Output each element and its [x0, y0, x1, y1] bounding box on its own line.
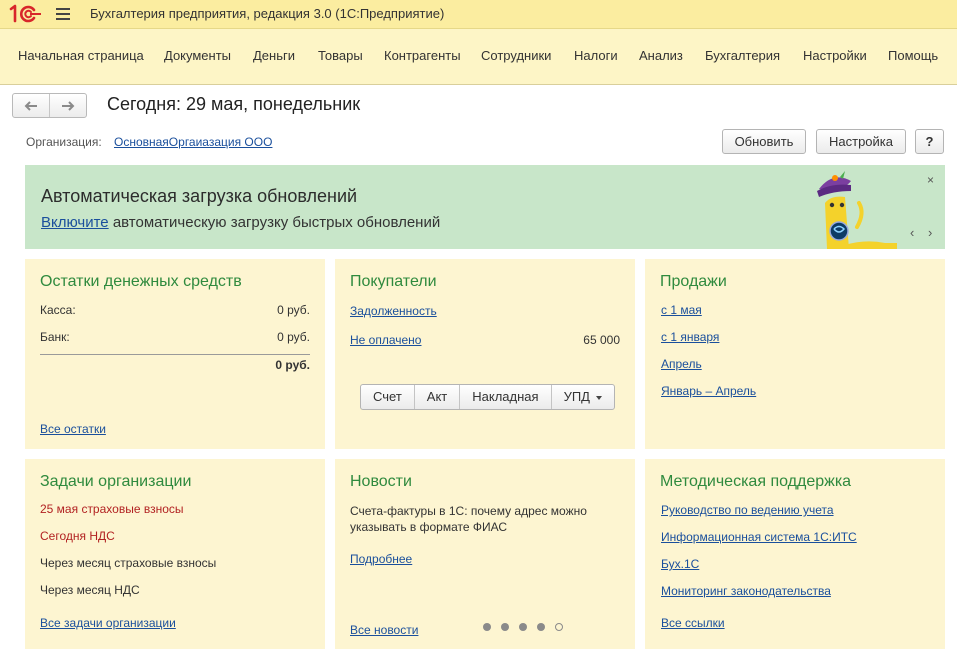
sales-since-may-link[interactable]: с 1 мая: [661, 303, 702, 317]
refresh-button[interactable]: Обновить: [722, 129, 806, 154]
task-item[interactable]: Через месяц НДС: [40, 583, 140, 597]
cash-label: Касса:: [40, 303, 76, 317]
help-button[interactable]: ?: [915, 129, 944, 154]
caret-down-icon: [595, 395, 602, 400]
page-title: Сегодня: 29 мая, понедельник: [107, 94, 361, 114]
history-navigation: [12, 93, 87, 118]
task-item[interactable]: Сегодня НДС: [40, 529, 115, 543]
menu-item-settings[interactable]: Настройки: [803, 48, 867, 63]
menu-item-taxes[interactable]: Налоги: [574, 48, 618, 63]
pager-dot[interactable]: [555, 623, 563, 631]
panel-methodical-support: Методическая поддержка Руководство по ве…: [645, 459, 945, 649]
its-system-link[interactable]: Информационная система 1С:ИТС: [661, 530, 857, 544]
news-more-link[interactable]: Подробнее: [350, 552, 412, 566]
hamburger-menu-icon[interactable]: [56, 8, 70, 20]
panel-title: Новости: [350, 473, 412, 490]
task-item[interactable]: 25 мая страховые взносы: [40, 502, 184, 516]
all-tasks-link[interactable]: Все задачи организации: [40, 616, 176, 630]
menu-item-analysis[interactable]: Анализ: [639, 48, 683, 63]
enable-updates-link[interactable]: Включите: [41, 214, 109, 231]
panel-sales: Продажи с 1 мая с 1 января Апрель Январь…: [645, 259, 945, 449]
sales-since-january-link[interactable]: с 1 января: [661, 330, 719, 344]
unpaid-link[interactable]: Не оплачено: [350, 333, 421, 347]
menu-item-accounting[interactable]: Бухгалтерия: [705, 48, 780, 63]
act-button[interactable]: Акт: [413, 385, 459, 409]
organization-link[interactable]: ОсновнаяОргаиазация ООО: [114, 135, 272, 149]
close-icon[interactable]: ×: [927, 173, 934, 187]
bank-value: 0 руб.: [277, 330, 310, 344]
chevron-left-icon[interactable]: ‹: [910, 225, 914, 240]
title-bar: Бухгалтерия предприятия, редакция 3.0 (1…: [0, 0, 957, 29]
cash-value: 0 руб.: [277, 303, 310, 317]
waybill-button[interactable]: Накладная: [459, 385, 550, 409]
menu-item-contractors[interactable]: Контрагенты: [384, 48, 461, 63]
menu-item-home[interactable]: Начальная страница: [18, 48, 144, 63]
pager-dot[interactable]: [483, 623, 491, 631]
wizard-cat-mascot-icon: [817, 171, 897, 249]
back-button[interactable]: [13, 94, 49, 117]
banner-description: автоматическую загрузку быстрых обновлен…: [108, 214, 441, 231]
panel-title: Методическая поддержка: [660, 473, 852, 490]
panel-title: Покупатели: [350, 273, 437, 290]
menu-item-employees[interactable]: Сотрудники: [481, 48, 551, 63]
panel-buyers: Покупатели Задолженность Не оплачено 65 …: [335, 259, 635, 449]
menu-item-documents[interactable]: Документы: [164, 48, 231, 63]
menu-item-money[interactable]: Деньги: [253, 48, 295, 63]
chevron-right-icon[interactable]: ›: [928, 225, 932, 240]
task-item[interactable]: Через месяц страховые взносы: [40, 556, 216, 570]
panel-money-balances: Остатки денежных средств Касса: 0 руб. Б…: [25, 259, 325, 449]
banner-title: Автоматическая загрузка обновлений: [41, 186, 358, 206]
unpaid-value: 65 000: [583, 333, 620, 347]
law-monitoring-link[interactable]: Мониторинг законодательства: [661, 584, 831, 598]
all-links-link[interactable]: Все ссылки: [661, 616, 725, 630]
pager-dot[interactable]: [501, 623, 509, 631]
panel-organization-tasks: Задачи организации 25 мая страховые взно…: [25, 459, 325, 649]
all-balances-link[interactable]: Все остатки: [40, 422, 106, 436]
menu-item-help[interactable]: Помощь: [888, 48, 938, 63]
sales-jan-apr-link[interactable]: Январь – Апрель: [661, 384, 756, 398]
panel-news: Новости Счета-фактуры в 1С: почему адрес…: [335, 459, 635, 649]
arrow-left-icon: [24, 100, 37, 111]
banner-text: Включите автоматическую загрузку быстрых…: [41, 214, 440, 231]
accounting-guide-link[interactable]: Руководство по ведению учета: [661, 503, 834, 517]
all-news-link[interactable]: Все новости: [350, 623, 418, 637]
arrow-right-icon: [62, 100, 75, 111]
panel-title: Продажи: [660, 273, 727, 290]
sales-april-link[interactable]: Апрель: [661, 357, 702, 371]
news-pager: [483, 623, 563, 631]
1c-logo[interactable]: [8, 4, 42, 24]
menu-item-goods[interactable]: Товары: [318, 48, 363, 63]
main-menu: Начальная страница Документы Деньги Това…: [0, 29, 957, 85]
upd-dropdown-button[interactable]: УПД: [550, 385, 614, 409]
bank-label: Банк:: [40, 330, 70, 344]
upd-label: УПД: [563, 389, 590, 404]
organization-label: Организация:: [26, 135, 102, 149]
panel-title: Задачи организации: [40, 473, 192, 490]
window-title: Бухгалтерия предприятия, редакция 3.0 (1…: [90, 6, 445, 21]
debt-link[interactable]: Задолженность: [350, 304, 437, 318]
pager-dot[interactable]: [519, 623, 527, 631]
buh-1c-link[interactable]: Бух.1С: [661, 557, 699, 571]
panel-title: Остатки денежных средств: [40, 273, 242, 290]
invoice-button[interactable]: Счет: [361, 385, 414, 409]
settings-button[interactable]: Настройка: [816, 129, 906, 154]
total-value: 0 руб.: [275, 358, 310, 372]
create-document-buttons: Счет Акт Накладная УПД: [360, 384, 615, 410]
pager-dot[interactable]: [537, 623, 545, 631]
news-headline: Счета-фактуры в 1С: почему адрес можно у…: [350, 504, 587, 534]
total-divider: [40, 354, 310, 355]
updates-banner: Автоматическая загрузка обновлений Включ…: [25, 165, 945, 249]
forward-button[interactable]: [49, 94, 86, 117]
